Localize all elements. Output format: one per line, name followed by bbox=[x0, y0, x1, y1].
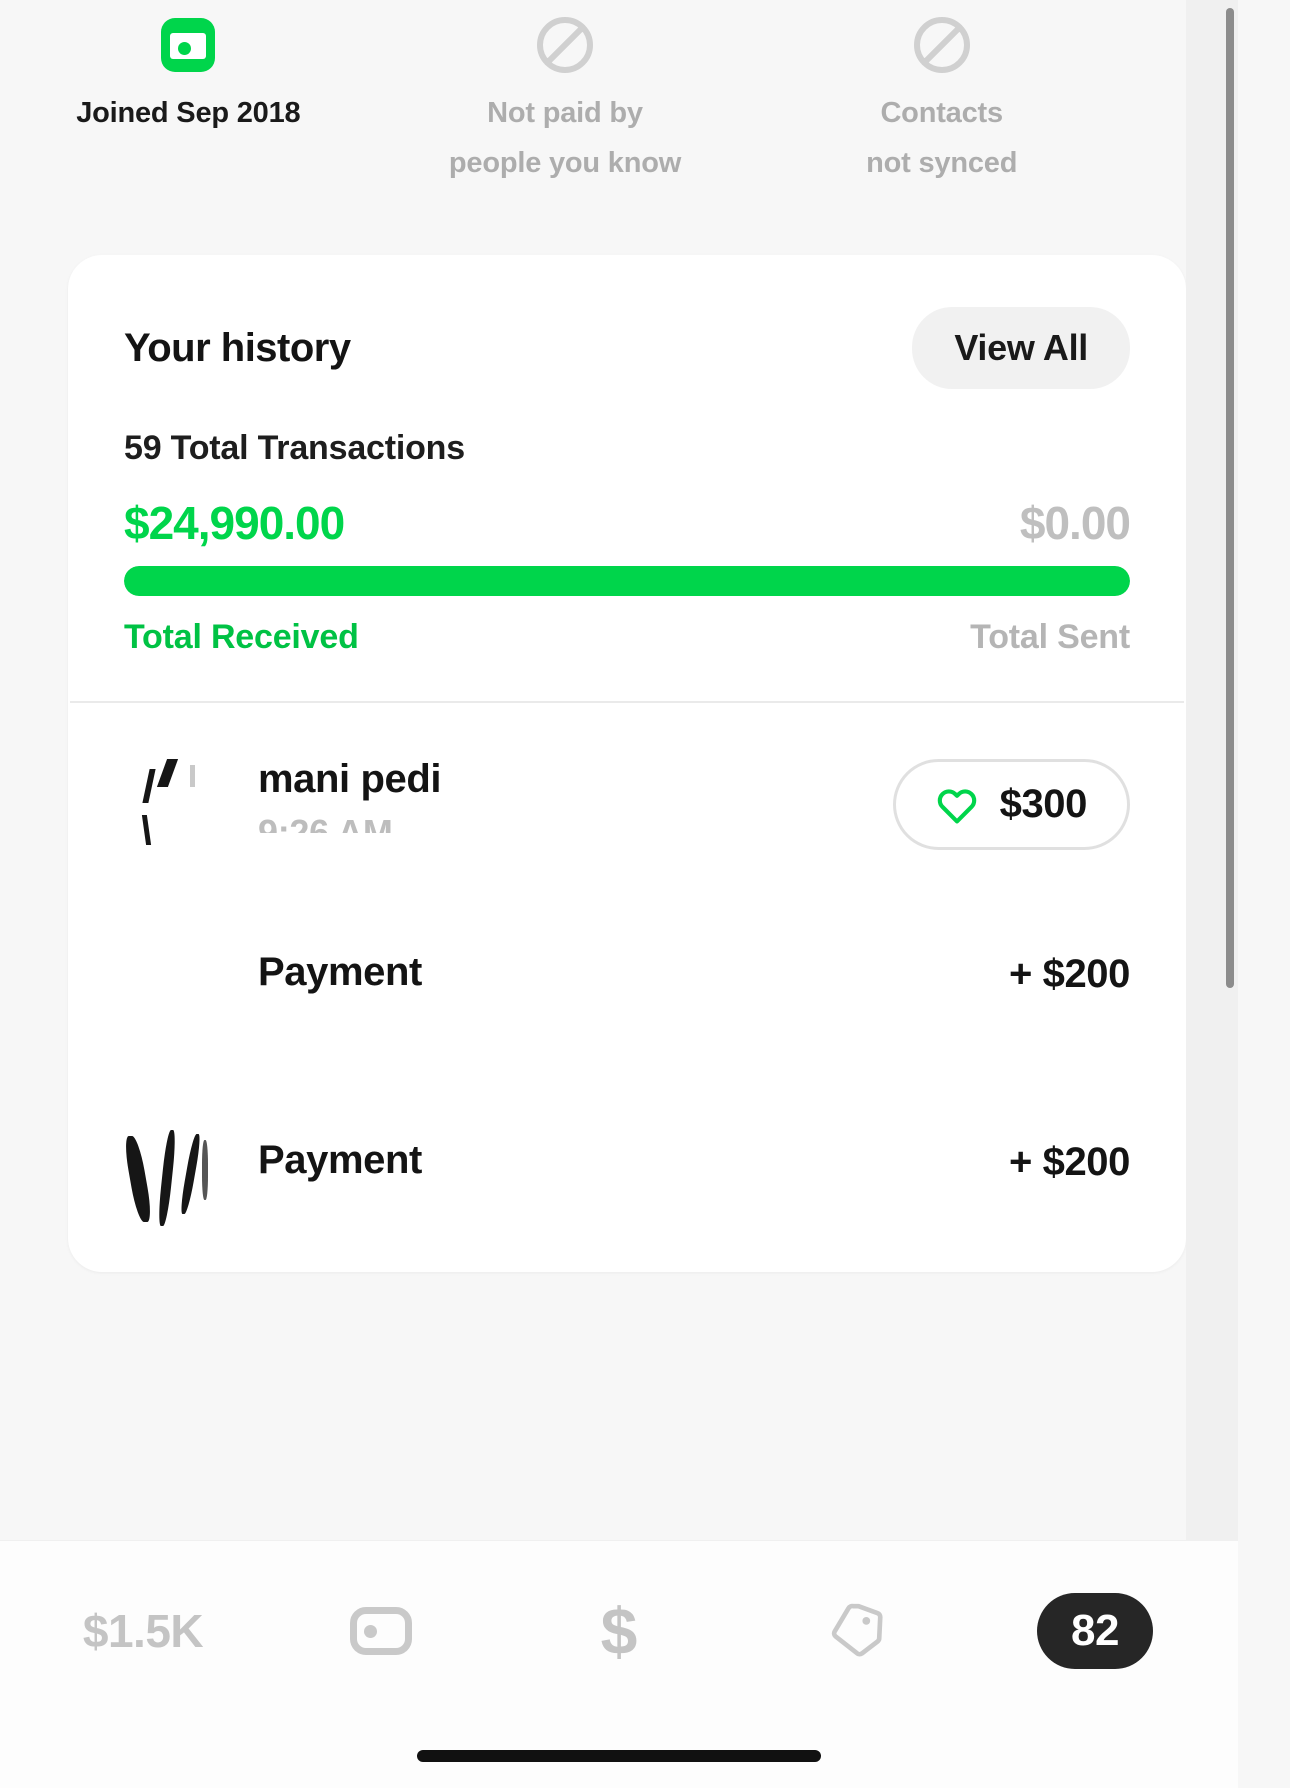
avatar bbox=[124, 749, 220, 845]
chip-not-paid-by-known[interactable]: Not paid by people you know bbox=[377, 10, 754, 188]
chip-contacts-line2: not synced bbox=[866, 147, 1018, 179]
bottom-navigation: $1.5K $ 82 bbox=[0, 1541, 1238, 1721]
nav-card[interactable] bbox=[262, 1571, 500, 1691]
totals-label-row: Total Received Total Sent bbox=[68, 596, 1186, 701]
transaction-amount: $300 bbox=[999, 782, 1088, 826]
chip-joined[interactable]: Joined Sep 2018 bbox=[0, 10, 377, 188]
nav-profile[interactable]: 82 bbox=[976, 1571, 1214, 1691]
total-received-label: Total Received bbox=[124, 618, 359, 656]
home-indicator bbox=[417, 1750, 821, 1762]
avatar bbox=[124, 942, 220, 1038]
transaction-text: Payment bbox=[258, 1130, 1009, 1186]
total-sent-label: Total Sent bbox=[970, 618, 1130, 656]
chip-joined-label: Joined Sep 2018 bbox=[76, 97, 301, 129]
tag-icon bbox=[826, 1600, 888, 1662]
profile-status-chips: Joined Sep 2018 Not paid by people you k… bbox=[0, 0, 1130, 188]
heart-icon[interactable] bbox=[936, 786, 978, 824]
history-card-header: Your history View All bbox=[68, 255, 1186, 389]
page-title: Your history bbox=[124, 325, 351, 370]
card-icon bbox=[350, 1607, 412, 1655]
transaction-amount-area: + $200 bbox=[1009, 1130, 1130, 1185]
table-row[interactable]: Payment + $200 bbox=[68, 896, 1186, 1084]
transaction-time: 9:26 AM bbox=[258, 812, 393, 833]
transaction-name: mani pedi bbox=[258, 757, 442, 801]
avatar bbox=[124, 1130, 220, 1226]
transaction-text: Payment bbox=[258, 942, 1009, 998]
scrollable-content[interactable]: Joined Sep 2018 Not paid by people you k… bbox=[0, 0, 1238, 1540]
transaction-amount: + $200 bbox=[1008, 1140, 1130, 1184]
table-row[interactable]: mani pedi 9:26 AM $300 bbox=[68, 703, 1186, 896]
wallet-icon bbox=[6, 10, 371, 80]
chip-not-paid-line1: Not paid by bbox=[487, 97, 643, 129]
history-card: Your history View All 59 Total Transacti… bbox=[68, 255, 1186, 1272]
status-badge: 82 bbox=[1037, 1593, 1153, 1669]
transaction-amount-area: $300 bbox=[892, 749, 1130, 850]
transaction-amount: + $200 bbox=[1008, 952, 1130, 996]
dollar-icon: $ bbox=[600, 1594, 638, 1668]
bottom-bar: $1.5K $ 82 bbox=[0, 1540, 1238, 1788]
chip-not-paid-line2: people you know bbox=[448, 147, 682, 179]
total-sent-amount: $0.00 bbox=[1019, 497, 1131, 549]
nav-balance[interactable]: $1.5K bbox=[24, 1571, 262, 1691]
totals-amount-row: $24,990.00 $0.00 bbox=[68, 468, 1186, 550]
nav-balance-label: $1.5K bbox=[82, 1605, 204, 1657]
view-all-button[interactable]: View All bbox=[912, 307, 1130, 389]
nav-payments[interactable]: $ bbox=[500, 1571, 738, 1691]
app-screen: Joined Sep 2018 Not paid by people you k… bbox=[0, 0, 1290, 1788]
transaction-amount-area: + $200 bbox=[1009, 942, 1130, 997]
chip-contacts-not-synced[interactable]: Contacts not synced bbox=[753, 10, 1130, 188]
chip-contacts-line1: Contacts bbox=[880, 97, 1003, 129]
prohibited-icon bbox=[759, 10, 1124, 80]
progress-bar-fill bbox=[124, 566, 1130, 596]
prohibited-icon bbox=[383, 10, 748, 80]
amount-pill[interactable]: $300 bbox=[892, 759, 1130, 850]
total-received-amount: $24,990.00 bbox=[124, 497, 345, 549]
transaction-list: mani pedi 9:26 AM $300 Payment + $200 Pa… bbox=[68, 703, 1186, 1272]
received-sent-progress-bar bbox=[124, 566, 1130, 596]
vertical-scrollbar[interactable] bbox=[1226, 8, 1234, 988]
transaction-text: mani pedi 9:26 AM bbox=[258, 749, 893, 833]
transaction-count-label: 59 Total Transactions bbox=[124, 429, 465, 467]
table-row[interactable]: Payment + $200 bbox=[68, 1084, 1186, 1272]
transaction-name: Payment bbox=[258, 1138, 422, 1182]
transaction-name: Payment bbox=[258, 950, 422, 994]
nav-tag[interactable] bbox=[738, 1571, 976, 1691]
